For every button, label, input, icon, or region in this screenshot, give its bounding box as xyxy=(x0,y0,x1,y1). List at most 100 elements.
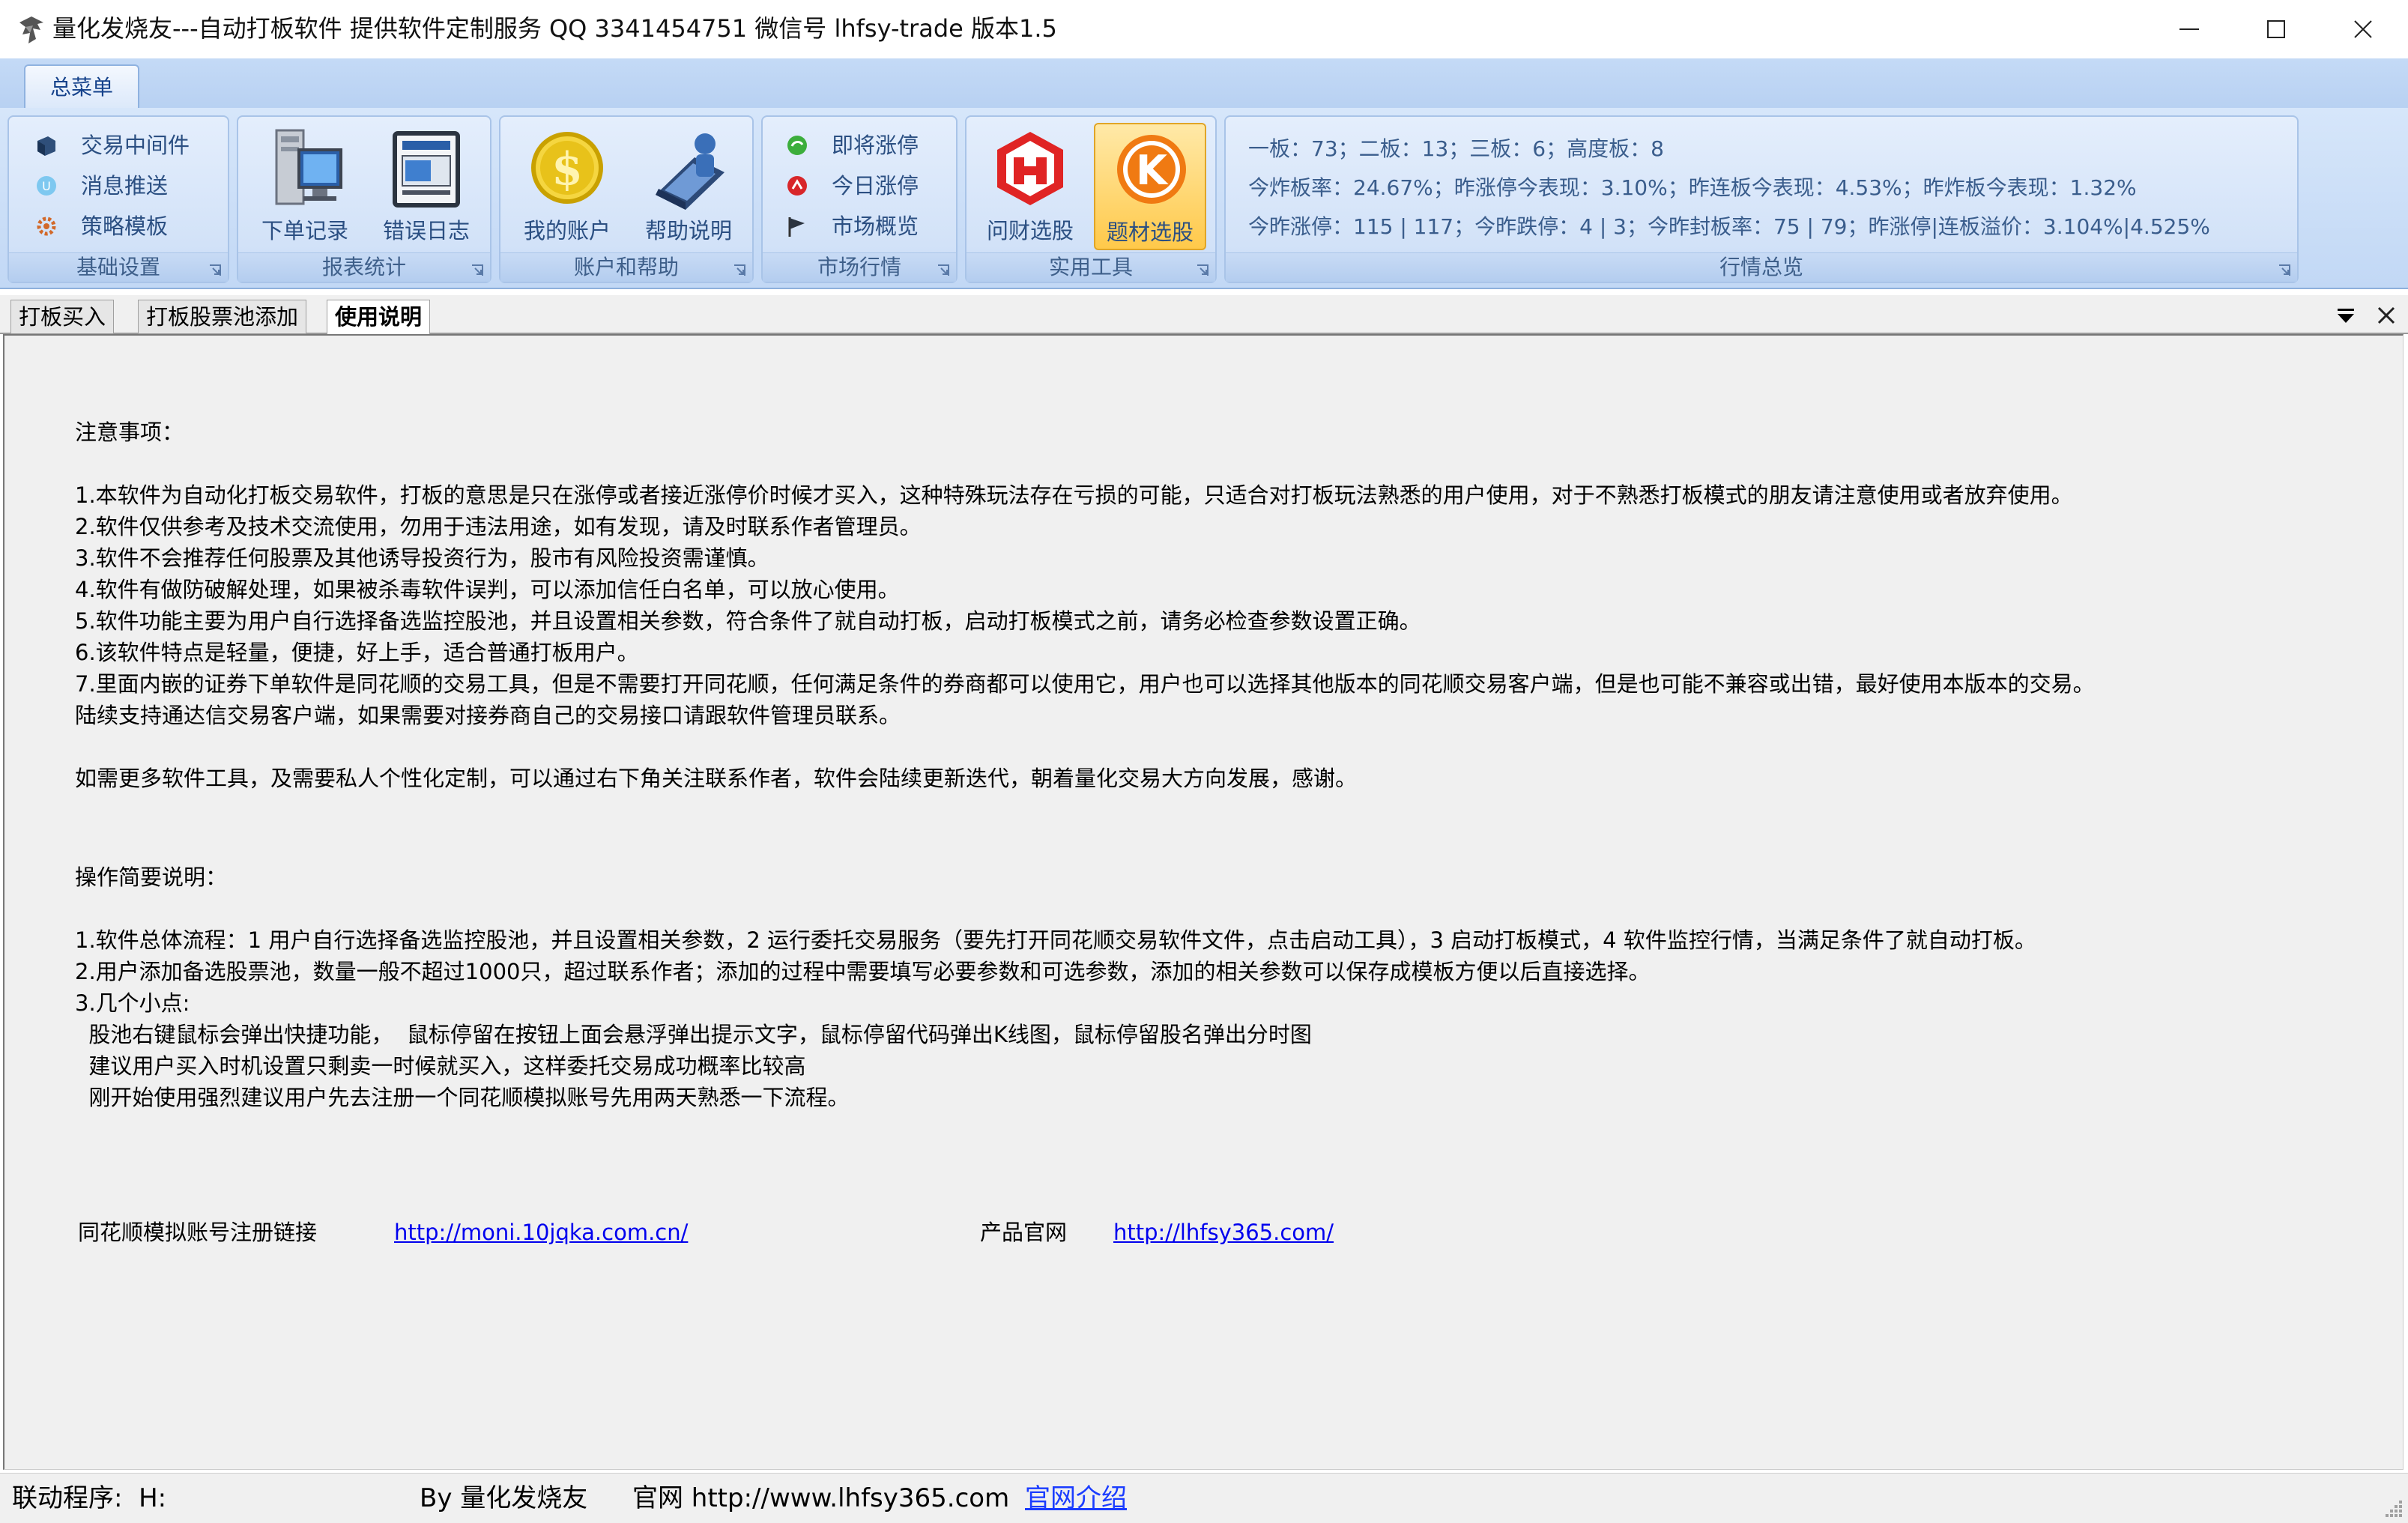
resize-grip-icon[interactable] xyxy=(2381,1496,2404,1519)
register-link-label: 同花顺模拟账号注册链接 xyxy=(78,1220,318,1245)
register-link[interactable]: http://moni.10jqka.com.cn/ xyxy=(394,1217,688,1248)
title-bar: 量化发烧友---自动打板软件 提供软件定制服务 QQ 3341454751 微信… xyxy=(0,0,2408,59)
group-label-basic: 基础设置 xyxy=(9,252,228,282)
order-records-icon xyxy=(275,129,342,205)
ribbon-tab-main-menu[interactable]: 总菜单 xyxy=(24,64,139,109)
dialog-launcher-icon[interactable] xyxy=(208,264,222,277)
notice-heading: 注意事项： xyxy=(75,420,184,445)
ops-line-4: 股池右键鼠标会弹出快捷功能， 鼠标停留在按钮上面会悬浮弹出提示文字，鼠标停留代码… xyxy=(75,1022,1312,1047)
help-button[interactable]: 帮助说明 xyxy=(632,123,745,250)
my-account-label: 我的账户 xyxy=(523,218,611,243)
document-tab-bar: 打板买入 打板股票池添加 使用说明 xyxy=(0,295,2408,335)
theme-stock-pick-button[interactable]: K 题材选股 xyxy=(1094,123,1206,250)
maximize-icon xyxy=(2267,20,2285,38)
overview-limit-stats: 今昨涨停：115 | 117；今昨跌停：4 | 3；今昨封板率：75 | 79；… xyxy=(1248,214,2210,239)
dialog-launcher-icon[interactable] xyxy=(471,264,484,277)
group-basic-settings: 交易中间件 U 消息推送 策略模板 基础设置 xyxy=(7,115,229,283)
ops-line-2: 2.用户添加备选股票池，数量一般不超过1000只，超过联系作者；添加的过程中需要… xyxy=(75,959,1651,984)
green-circle-icon xyxy=(787,136,807,155)
ribbon-tab-bar: 总菜单 xyxy=(0,58,2408,109)
close-tab-icon[interactable] xyxy=(2374,303,2399,328)
dialog-launcher-icon[interactable] xyxy=(1196,264,1209,277)
site-link-label: 产品官网 xyxy=(980,1220,1068,1245)
tab-usage-guide[interactable]: 使用说明 xyxy=(327,300,431,335)
middleware-icon xyxy=(37,136,55,156)
group-label-tools: 实用工具 xyxy=(966,252,1215,282)
strategy-template-label: 策略模板 xyxy=(81,214,169,239)
market-overview-label: 市场概览 xyxy=(832,214,919,239)
error-log-button[interactable]: 错误日志 xyxy=(370,123,482,250)
status-bar: 联动程序: H: By 量化发烧友 官网 http://www.lhfsy365… xyxy=(0,1473,2408,1523)
dollar-coin-icon: $ xyxy=(531,132,603,204)
error-log-label: 错误日志 xyxy=(382,218,470,243)
group-market-overview: 一板：73；二板：13；三板：6；高度板：8 今炸板率：24.67%；昨涨停今表… xyxy=(1224,115,2299,283)
notice-line-3: 3.软件不会推荐任何股票及其他诱导投资行为，股市有风险投资需谨慎。 xyxy=(75,545,769,571)
ops-line-5: 建议用户买入时机设置只剩卖一时候就买入，这样委托交易成功概率比较高 xyxy=(75,1053,806,1079)
notice-line-5: 5.软件功能主要为用户自行选择备选监控股池，并且设置相关参数，符合条件了就自动打… xyxy=(75,608,1421,634)
close-button[interactable] xyxy=(2320,0,2407,58)
ribbon: 交易中间件 U 消息推送 策略模板 基础设置 下单记录 错误日志 报表统计 $ … xyxy=(0,108,2408,289)
ops-line-1: 1.软件总体流程：1 用户自行选择备选监控股池，并且设置相关参数，2 运行委托交… xyxy=(75,927,2036,953)
tab-limit-buy[interactable]: 打板买入 xyxy=(10,300,115,333)
notice-line-6: 6.该软件特点是轻量，便捷，好上手，适合普通打板用户。 xyxy=(75,640,639,665)
help-icon xyxy=(656,133,724,210)
middleware-label: 交易中间件 xyxy=(81,133,190,158)
group-reports: 下单记录 错误日志 报表统计 xyxy=(237,115,491,283)
dialog-launcher-icon[interactable] xyxy=(2278,264,2291,277)
order-records-label: 下单记录 xyxy=(261,218,348,243)
error-log-icon xyxy=(393,131,460,208)
wencai-stock-pick-button[interactable]: 问财选股 xyxy=(974,123,1086,250)
notice-line-4: 4.软件有做防破解处理，如果被杀毒软件误判，可以添加信任白名单，可以放心使用。 xyxy=(75,577,900,602)
minimize-icon xyxy=(2179,28,2199,30)
notice-line-7: 7.里面内嵌的证券下单软件是同花顺的交易工具，但是不需要打开同花顺，任何满足条件… xyxy=(75,671,2095,697)
message-push-icon: U xyxy=(37,176,56,196)
ops-line-6: 刚开始使用强烈建议用户先去注册一个同花顺模拟账号先用两天熟悉一下流程。 xyxy=(75,1085,850,1110)
my-account-button[interactable]: $ 我的账户 xyxy=(511,123,623,250)
dialog-launcher-icon[interactable] xyxy=(937,264,950,277)
wencai-stock-pick-label: 问财选股 xyxy=(986,218,1074,243)
window-title: 量化发烧友---自动打板软件 提供软件定制服务 QQ 3341454751 微信… xyxy=(52,14,1057,43)
more-tools-line: 如需更多软件工具，及需要私人个性化定制，可以通过右下角关注联系作者，软件会陆续更… xyxy=(75,766,1358,791)
help-label: 帮助说明 xyxy=(644,218,732,243)
today-limit-up-label: 今日涨停 xyxy=(832,173,919,199)
ops-line-3: 3.几个小点: xyxy=(75,990,190,1016)
svg-text:U: U xyxy=(42,179,51,193)
group-label-account: 账户和帮助 xyxy=(500,252,752,282)
overview-board-counts: 一板：73；二板：13；三板：6；高度板：8 xyxy=(1248,136,1664,161)
app-logo-icon xyxy=(19,16,43,43)
usage-guide-panel: 注意事项： 1.本软件为自动化打板交易软件，打板的意思是只在涨停或者接近涨停价时… xyxy=(3,334,2404,1470)
tab-stock-pool-add[interactable]: 打板股票池添加 xyxy=(138,300,307,333)
maximize-button[interactable] xyxy=(2233,0,2320,58)
notice-line-2: 2.软件仅供参考及技术交流使用，勿用于违法用途，如有发现，请及时联系作者管理员。 xyxy=(75,514,922,539)
minimize-button[interactable] xyxy=(2146,0,2233,58)
group-label-overview: 行情总览 xyxy=(1226,252,2297,282)
website-text: 官网 http://www.lhfsy365.com xyxy=(632,1483,1010,1513)
theme-stock-pick-label: 题材选股 xyxy=(1106,219,1194,245)
notice-line-8: 陆续支持通达信交易客户端，如果需要对接券商自己的交易接口请跟软件管理员联系。 xyxy=(75,703,901,728)
overview-break-rates: 今炸板率：24.67%；昨涨停今表现：3.10%；昨连板今表现：4.53%；昨炸… xyxy=(1248,175,2137,200)
dialog-launcher-icon[interactable] xyxy=(733,264,746,277)
flag-icon xyxy=(788,217,805,237)
author-credit: By 量化发烧友 xyxy=(420,1483,588,1513)
svg-text:$: $ xyxy=(551,143,583,196)
linked-program-status: 联动程序: H: xyxy=(12,1483,167,1513)
group-tools: 问财选股 K 题材选股 实用工具 xyxy=(965,115,1217,283)
group-label-market: 市场行情 xyxy=(763,252,956,282)
svg-text:K: K xyxy=(1136,147,1169,194)
notice-line-1: 1.本软件为自动化打板交易软件，打板的意思是只在涨停或者接近涨停价时候才买入，这… xyxy=(75,482,2073,508)
group-account-help: $ 我的账户 帮助说明 账户和帮助 xyxy=(499,115,754,283)
red-circle-icon xyxy=(787,176,807,196)
close-icon xyxy=(2354,20,2372,38)
k-badge-icon: K xyxy=(1117,135,1186,204)
group-label-reports: 报表统计 xyxy=(238,252,490,282)
message-push-label: 消息推送 xyxy=(81,173,169,199)
ops-heading: 操作简要说明： xyxy=(75,865,228,890)
strategy-template-icon xyxy=(37,217,56,236)
near-limit-up-label: 即将涨停 xyxy=(832,133,919,158)
tab-list-dropdown-icon[interactable] xyxy=(2333,303,2359,328)
website-intro-link[interactable]: 官网介绍 xyxy=(1025,1481,1127,1516)
group-market: 即将涨停 今日涨停 市场概览 市场行情 xyxy=(761,115,958,283)
site-link[interactable]: http://lhfsy365.com/ xyxy=(1113,1217,1334,1248)
order-records-button[interactable]: 下单记录 xyxy=(249,123,361,250)
wencai-logo-icon xyxy=(997,132,1063,205)
